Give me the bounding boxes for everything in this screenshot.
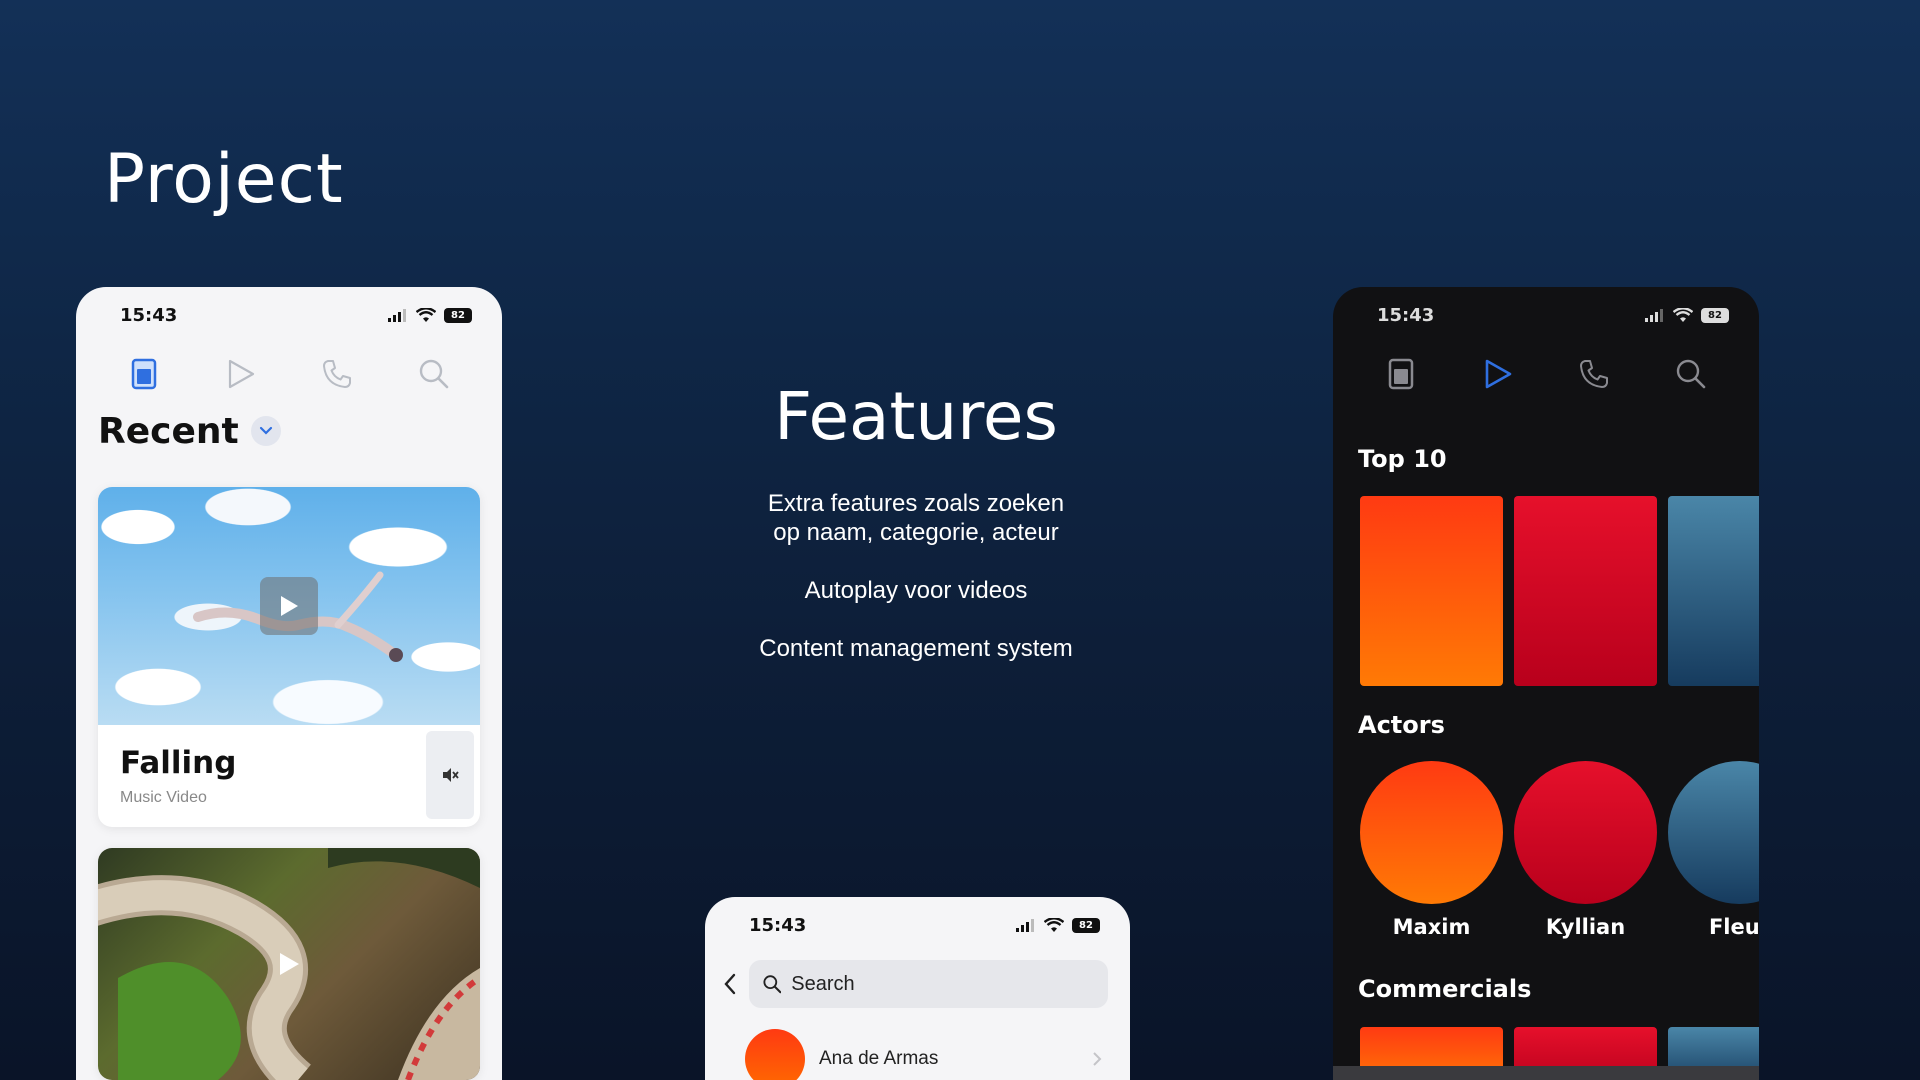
top10-tile[interactable] <box>1514 496 1657 686</box>
tab-calls[interactable] <box>1575 355 1613 393</box>
battery-icon: 82 <box>444 307 472 323</box>
section-title-actors: Actors <box>1358 711 1445 739</box>
play-button[interactable] <box>260 935 318 993</box>
search-row <box>705 953 1130 1015</box>
section-title-top10: Top 10 <box>1358 445 1447 473</box>
top10-tile[interactable] <box>1668 496 1759 686</box>
search-box[interactable] <box>749 960 1108 1008</box>
signal-icon <box>1645 309 1663 322</box>
status-bar: 15:43 82 <box>705 897 1130 953</box>
feature-item-cms: Content management system <box>759 635 1073 662</box>
battery-icon: 82 <box>1072 917 1100 933</box>
section-header: Recent <box>76 405 502 457</box>
signal-icon <box>388 309 406 322</box>
wifi-icon <box>1673 307 1693 322</box>
avatar <box>745 1029 805 1080</box>
section-title: Recent <box>98 410 239 452</box>
actor-avatar[interactable] <box>1514 761 1657 904</box>
chevron-down-icon <box>259 426 272 435</box>
phone-browse-screen: 15:43 82 Top 10 Actors Maxim Kyllian Fle… <box>1333 287 1759 1080</box>
search-icon <box>763 975 782 994</box>
mute-button[interactable] <box>426 731 474 819</box>
section-dropdown-button[interactable] <box>250 416 281 446</box>
phone-icon <box>1580 360 1609 388</box>
tab-calls[interactable] <box>318 355 356 393</box>
feature-item-autoplay: Autoplay voor videos <box>804 577 1028 604</box>
search-input[interactable] <box>791 972 1094 996</box>
card-info: Falling Music Video <box>98 725 480 827</box>
mute-icon <box>443 768 459 782</box>
tab-search[interactable] <box>1672 355 1710 393</box>
phone-search-screen: 15:43 82 Ana de Armas <box>705 897 1130 1080</box>
document-icon <box>1389 358 1414 390</box>
features-block: Features Extra features zoals zoeken op … <box>700 378 1132 692</box>
actor-avatar[interactable] <box>1668 761 1759 904</box>
tab-search[interactable] <box>415 355 453 393</box>
signal-icon <box>1016 919 1034 932</box>
back-button[interactable] <box>723 973 737 995</box>
list-item[interactable]: Ana de Armas <box>705 1015 1130 1080</box>
actor-name: Fleur <box>1708 915 1759 939</box>
tab-videos[interactable] <box>222 355 260 393</box>
phone-icon <box>323 360 352 388</box>
wifi-icon <box>416 307 436 322</box>
status-time: 15:43 <box>1377 304 1435 326</box>
search-icon <box>1676 359 1706 389</box>
video-card[interactable]: Falling Music Video <box>98 487 480 827</box>
play-icon <box>1485 359 1512 389</box>
features-title: Features <box>774 378 1058 455</box>
actor-name: Kyllian <box>1545 915 1626 939</box>
card-subtitle: Music Video <box>120 789 207 806</box>
actor-name: Ana de Armas <box>819 1048 939 1069</box>
status-time: 15:43 <box>120 304 178 326</box>
play-button[interactable] <box>260 577 318 635</box>
actor-avatar[interactable] <box>1360 761 1503 904</box>
card-title: Falling <box>120 745 237 781</box>
page-title: Project <box>104 140 344 219</box>
status-bar: 15:43 82 <box>1333 287 1759 343</box>
actor-name: Maxim <box>1392 915 1471 939</box>
video-thumbnail[interactable] <box>98 487 480 725</box>
bottom-overlay <box>1333 1066 1759 1080</box>
tab-feed[interactable] <box>125 355 163 393</box>
search-icon <box>419 359 449 389</box>
wifi-icon <box>1044 917 1064 932</box>
status-time: 15:43 <box>749 914 807 936</box>
status-bar: 15:43 82 <box>76 287 502 343</box>
top10-tile[interactable] <box>1360 496 1503 686</box>
video-thumbnail[interactable] <box>98 848 480 1080</box>
section-title-commercials: Commercials <box>1358 975 1532 1003</box>
chevron-right-icon <box>1093 1052 1102 1066</box>
phone-recent-screen: 15:43 82 Recent Falling Music Video <box>76 287 502 1080</box>
video-card[interactable] <box>98 848 480 1080</box>
battery-icon: 82 <box>1701 307 1729 323</box>
tab-bar <box>76 343 502 405</box>
play-icon <box>280 953 299 975</box>
play-icon <box>281 596 298 616</box>
tab-bar <box>1333 343 1759 405</box>
play-icon <box>228 359 254 389</box>
chevron-left-icon <box>724 973 736 995</box>
feature-item-search: Extra features zoals zoeken op naam, cat… <box>767 490 1065 546</box>
document-icon <box>132 358 157 390</box>
tab-videos[interactable] <box>1479 355 1517 393</box>
tab-feed[interactable] <box>1382 355 1420 393</box>
